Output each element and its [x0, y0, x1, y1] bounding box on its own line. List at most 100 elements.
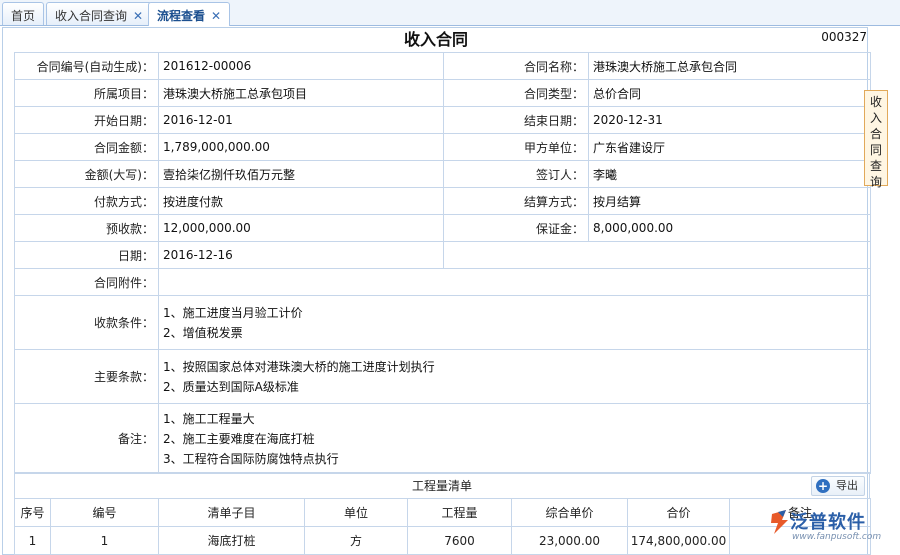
- end-date-label: 结束日期：: [443, 106, 589, 134]
- attachment-value[interactable]: [158, 268, 871, 296]
- quantity-list-header: 工程量清单 + 导出: [14, 472, 870, 498]
- form-row: 合同附件：: [14, 268, 871, 296]
- project-label: 所属项目：: [14, 79, 159, 107]
- side-tab-char: 合: [869, 127, 882, 141]
- column-header: 单位: [304, 498, 408, 527]
- tab-label: 收入合同查询: [55, 9, 128, 23]
- export-button[interactable]: + 导出: [811, 476, 865, 496]
- form-row: 合同金额： 1,789,000,000.00 甲方单位： 广东省建设厅: [14, 133, 871, 161]
- contract-name-label: 合同名称：: [443, 52, 589, 80]
- table-cell: 23,000.00: [511, 526, 628, 555]
- side-tab-char: 查: [869, 159, 882, 173]
- form-row: 付款方式： 按进度付款 结算方式： 按月结算: [14, 187, 871, 215]
- contract-type-label: 合同类型：: [443, 79, 589, 107]
- brand-logo: 泛普软件 www.fanpusoft.com: [768, 506, 896, 552]
- terms-line: 1、按照国家总体对港珠澳大桥的施工进度计划执行: [163, 359, 435, 374]
- collection-line: 2、增值税发票: [163, 325, 243, 340]
- form-row: 金额(大写)： 壹拾柒亿捌仟玖佰万元整 签订人： 李曦: [14, 160, 871, 188]
- contract-name-value: 港珠澳大桥施工总承包合同: [588, 52, 871, 80]
- tab-process-view[interactable]: 流程查看 ✕: [148, 2, 231, 26]
- logo-url: www.fanpusoft.com: [792, 532, 882, 542]
- close-icon[interactable]: ✕: [133, 9, 143, 23]
- form-row: 预收款： 12,000,000.00 保证金： 8,000,000.00: [14, 214, 871, 242]
- table-cell: 174,800,000.00: [627, 526, 730, 555]
- contract-type-value: 总价合同: [588, 79, 871, 107]
- contract-no-value: 201612-00006: [158, 52, 444, 80]
- terms-value: 1、按照国家总体对港珠澳大桥的施工进度计划执行 2、质量达到国际A级标准: [158, 349, 871, 404]
- table-cell: 海底打桩: [158, 526, 305, 555]
- column-header: 合价: [627, 498, 730, 527]
- tab-income-contract-query[interactable]: 收入合同查询 ✕: [46, 2, 153, 25]
- project-value: 港珠澳大桥施工总承包项目: [158, 79, 444, 107]
- app-window: 首页 收入合同查询 ✕ 流程查看 ✕ 收入合同 000327 合同编号(自动生成)：…: [0, 0, 900, 555]
- page-title: 收入合同: [403, 30, 468, 49]
- table-row[interactable]: 1 1 海底打桩 方 7600 23,000.00 174,800,000.00: [14, 526, 871, 555]
- column-header: 清单子目: [158, 498, 305, 527]
- tab-label: 流程查看: [157, 9, 206, 23]
- contract-form: 合同编号(自动生成)： 201612-00006 合同名称： 港珠澳大桥施工总承…: [14, 52, 871, 474]
- amount-label: 合同金额：: [14, 133, 159, 161]
- end-date-value: 2020-12-31: [588, 106, 871, 134]
- attachment-label: 合同附件：: [14, 268, 159, 296]
- remarks-value: 1、施工工程量大 2、施工主要难度在海底打桩 3、工程符合国际防腐蚀特点执行: [158, 403, 871, 474]
- amount-cn-label: 金额(大写)：: [14, 160, 159, 188]
- collection-line: 1、施工进度当月验工计价: [163, 305, 303, 320]
- terms-label: 主要条款：: [14, 349, 159, 404]
- side-tab-char: 询: [869, 175, 882, 189]
- content-frame: 收入合同 000327 合同编号(自动生成)： 201612-00006 合同名…: [2, 27, 871, 555]
- tab-home[interactable]: 首页: [2, 2, 45, 25]
- plus-circle-icon: +: [816, 479, 830, 493]
- column-header: 工程量: [407, 498, 512, 527]
- table-cell: 1: [14, 526, 51, 555]
- side-tab-char: 收: [869, 95, 882, 109]
- close-icon[interactable]: ✕: [211, 9, 221, 23]
- terms-line: 2、质量达到国际A级标准: [163, 379, 299, 394]
- serial-number: 000327: [821, 30, 867, 44]
- prepay-value: 12,000,000.00: [158, 214, 444, 242]
- prepay-label: 预收款：: [14, 214, 159, 242]
- contract-no-label: 合同编号(自动生成)：: [14, 52, 159, 80]
- payment-value: 按进度付款: [158, 187, 444, 215]
- side-tab-income-contract-query[interactable]: 收 入 合 同 查 询: [864, 90, 888, 189]
- table-header-row: 序号 编号 清单子目 单位 工程量 综合单价 合价 备注: [14, 498, 871, 527]
- deposit-value: 8,000,000.00: [588, 214, 871, 242]
- form-row: 主要条款： 1、按照国家总体对港珠澳大桥的施工进度计划执行 2、质量达到国际A级…: [14, 349, 871, 404]
- form-row: 所属项目： 港珠澳大桥施工总承包项目 合同类型： 总价合同: [14, 79, 871, 107]
- logo-brand: 泛普软件: [790, 512, 866, 533]
- form-row: 日期： 2016-12-16: [14, 241, 871, 269]
- party-a-value: 广东省建设厅: [588, 133, 871, 161]
- remarks-line: 1、施工工程量大: [163, 411, 255, 426]
- form-row: 开始日期： 2016-12-01 结束日期： 2020-12-31: [14, 106, 871, 134]
- start-date-value: 2016-12-01: [158, 106, 444, 134]
- deposit-label: 保证金：: [443, 214, 589, 242]
- collection-label: 收款条件：: [14, 295, 159, 350]
- date-value: 2016-12-16: [158, 241, 444, 269]
- column-header: 综合单价: [511, 498, 628, 527]
- form-row: 备注： 1、施工工程量大 2、施工主要难度在海底打桩 3、工程符合国际防腐蚀特点…: [14, 403, 871, 474]
- remarks-line: 2、施工主要难度在海底打桩: [163, 431, 315, 446]
- table-cell: 7600: [407, 526, 512, 555]
- start-date-label: 开始日期：: [14, 106, 159, 134]
- date-label: 日期：: [14, 241, 159, 269]
- column-header: 编号: [50, 498, 159, 527]
- column-header: 序号: [14, 498, 51, 527]
- remarks-label: 备注：: [14, 403, 159, 474]
- amount-cn-value: 壹拾柒亿捌仟玖佰万元整: [158, 160, 444, 188]
- payment-label: 付款方式：: [14, 187, 159, 215]
- party-a-label: 甲方单位：: [443, 133, 589, 161]
- signer-label: 签订人：: [443, 160, 589, 188]
- signer-value[interactable]: 李曦: [588, 160, 871, 188]
- settlement-value: 按月结算: [588, 187, 871, 215]
- form-row: 合同编号(自动生成)： 201612-00006 合同名称： 港珠澳大桥施工总承…: [14, 52, 871, 80]
- settlement-label: 结算方式：: [443, 187, 589, 215]
- empty-cell: [443, 241, 871, 269]
- amount-value: 1,789,000,000.00: [158, 133, 444, 161]
- quantity-list-title: 工程量清单: [411, 479, 472, 493]
- tab-label: 首页: [11, 9, 36, 23]
- form-row: 收款条件： 1、施工进度当月验工计价 2、增值税发票: [14, 295, 871, 350]
- table-cell: 方: [304, 526, 408, 555]
- logo-mark-icon: [771, 510, 788, 534]
- table-cell: 1: [50, 526, 159, 555]
- quantity-table: 序号 编号 清单子目 单位 工程量 综合单价 合价 备注 1 1 海底打桩 方 …: [14, 498, 871, 555]
- side-tab-char: 同: [869, 143, 882, 157]
